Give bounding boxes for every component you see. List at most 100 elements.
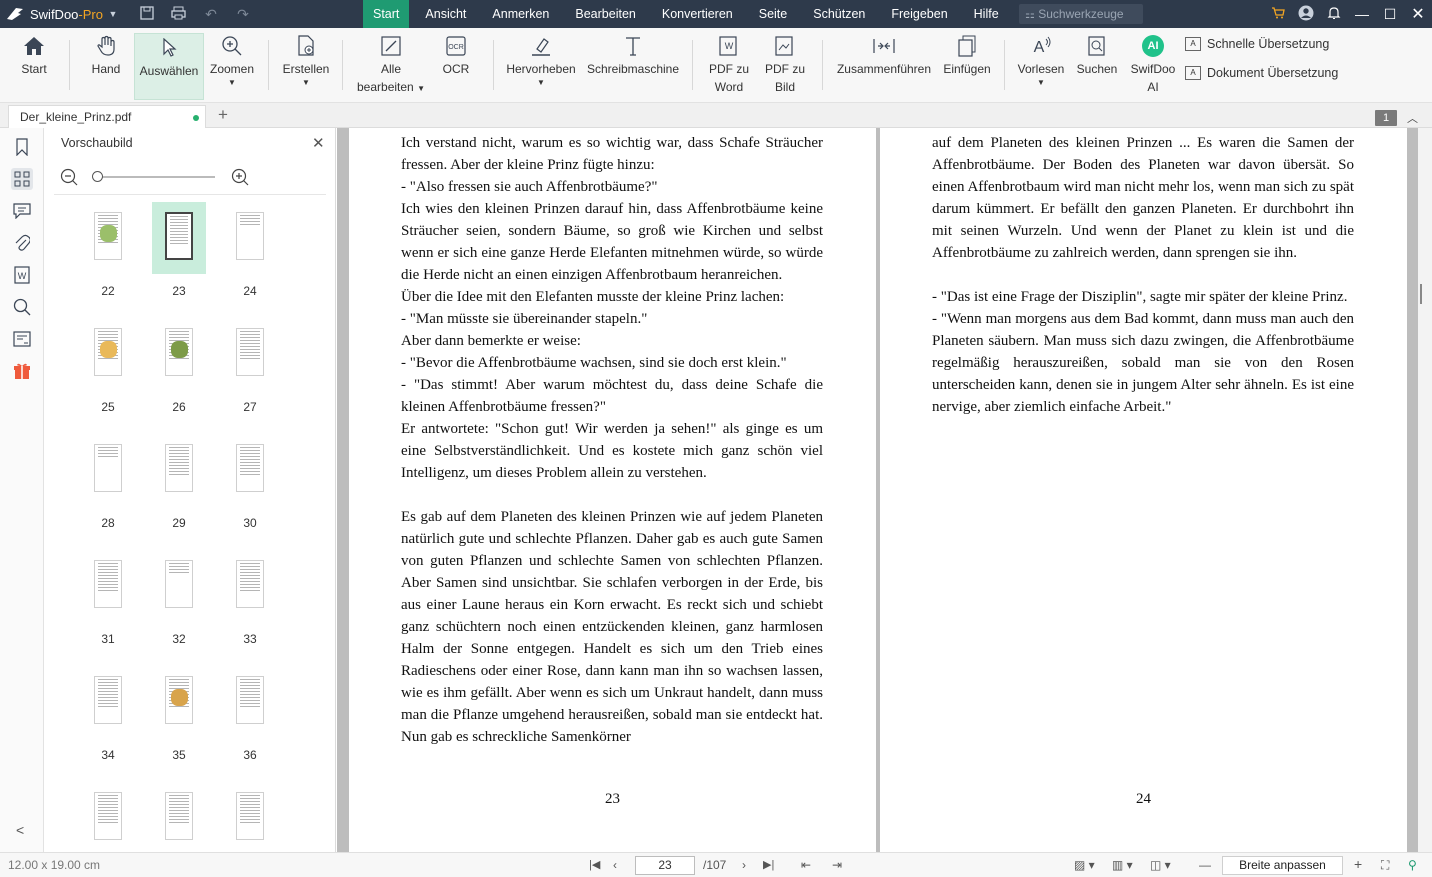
ocr-icon: OCR bbox=[438, 32, 474, 60]
thumbnail-text-line bbox=[98, 685, 118, 686]
previous-page-icon[interactable]: ‹ bbox=[613, 858, 617, 872]
page-thumbnail[interactable] bbox=[152, 434, 206, 506]
user-avatar-icon[interactable] bbox=[1292, 5, 1320, 24]
page-thumbnail[interactable] bbox=[223, 434, 277, 506]
page-thumbnail[interactable] bbox=[81, 782, 135, 854]
menu-anmerken[interactable]: Anmerken bbox=[482, 0, 559, 28]
pin-icon[interactable]: ⚲ bbox=[1408, 858, 1417, 872]
menu-hilfe[interactable]: Hilfe bbox=[964, 0, 1009, 28]
menu-start[interactable]: Start bbox=[363, 0, 410, 28]
page-thumbnail[interactable] bbox=[223, 318, 277, 390]
document-view[interactable]: Ich verstand nicht, warum es so wichtig … bbox=[337, 128, 1418, 852]
bookmark-icon[interactable] bbox=[11, 136, 33, 158]
select-tool-button[interactable]: Auswählen bbox=[134, 33, 204, 100]
page-thumbnail[interactable] bbox=[223, 782, 277, 854]
save-icon[interactable] bbox=[131, 5, 163, 23]
page-fit-icon[interactable]: ◫ ▾ bbox=[1150, 858, 1171, 872]
search-button[interactable]: Suchen bbox=[1074, 32, 1120, 78]
search-tools-input[interactable]: ⚏ Suchwerkzeuge bbox=[1019, 4, 1143, 24]
page-thumbnail[interactable] bbox=[152, 202, 206, 274]
highlight-button[interactable]: Hervorheben ▼ bbox=[505, 32, 577, 88]
zoom-in-button[interactable]: + bbox=[1354, 856, 1362, 872]
scrollbar-thumb[interactable] bbox=[1420, 284, 1422, 304]
menu-ansicht[interactable]: Ansicht bbox=[415, 0, 476, 28]
last-page-icon[interactable]: ▶| bbox=[763, 858, 774, 871]
form-fields-icon[interactable] bbox=[11, 328, 33, 350]
document-translation-button[interactable]: A Dokument Übersetzung bbox=[1185, 66, 1338, 80]
page-thumbnail[interactable] bbox=[152, 550, 206, 622]
thumbnails-grid-icon[interactable] bbox=[11, 168, 33, 190]
zoom-in-icon[interactable] bbox=[231, 168, 249, 189]
zoom-out-icon[interactable] bbox=[60, 168, 78, 189]
page-number-input[interactable]: 23 bbox=[635, 856, 695, 875]
start-button[interactable]: Start bbox=[14, 32, 54, 78]
maximize-button[interactable]: ☐ bbox=[1376, 6, 1404, 23]
read-aloud-button[interactable]: A Vorlesen ▼ bbox=[1016, 32, 1066, 88]
two-page-layout-icon[interactable]: ▥ ▾ bbox=[1112, 858, 1133, 872]
redo-icon[interactable]: ↷ bbox=[227, 6, 259, 23]
zoom-button[interactable]: Zoomen ▼ bbox=[207, 32, 257, 88]
page-display-mode-icon[interactable]: ▨ ▾ bbox=[1074, 858, 1095, 872]
chevron-up-icon[interactable]: ︿ bbox=[1407, 110, 1418, 126]
merge-button[interactable]: Zusammenführen bbox=[835, 32, 933, 78]
thumbnail-text-line bbox=[240, 706, 260, 707]
search-document-icon bbox=[1074, 32, 1120, 60]
thumbnail-text-line bbox=[169, 465, 189, 466]
quick-translation-button[interactable]: A Schnelle Übersetzung bbox=[1185, 37, 1329, 51]
print-icon[interactable] bbox=[163, 6, 195, 23]
menu-freigeben[interactable]: Freigeben bbox=[881, 0, 957, 28]
menu-konvertieren[interactable]: Konvertieren bbox=[652, 0, 743, 28]
close-icon[interactable]: ✕ bbox=[312, 134, 325, 152]
page-thumbnail[interactable] bbox=[152, 318, 206, 390]
page-thumbnail[interactable] bbox=[81, 202, 135, 274]
page-thumbnail[interactable] bbox=[223, 202, 277, 274]
back-view-icon[interactable]: ⇤ bbox=[801, 858, 811, 872]
hand-tool-button[interactable]: Hand bbox=[84, 32, 128, 78]
app-menu-dropdown-icon[interactable]: ▼ bbox=[103, 9, 123, 19]
thumbnail-text-line bbox=[240, 581, 260, 582]
forward-view-icon[interactable]: ⇥ bbox=[832, 858, 842, 872]
fullscreen-icon[interactable]: ⛶ bbox=[1381, 858, 1389, 873]
page-thumbnail[interactable] bbox=[81, 666, 135, 738]
thumbnail-text-line bbox=[169, 822, 189, 823]
page-thumbnail[interactable] bbox=[152, 666, 206, 738]
insert-button[interactable]: Einfügen bbox=[941, 32, 993, 78]
word-document-icon[interactable]: W bbox=[11, 264, 33, 286]
fit-width-button[interactable]: Breite anpassen bbox=[1222, 856, 1343, 875]
page-thumbnail[interactable] bbox=[152, 782, 206, 854]
search-icon[interactable] bbox=[11, 296, 33, 318]
pdf-to-image-button[interactable]: PDF zu Bild bbox=[763, 32, 807, 96]
zoom-slider-handle[interactable] bbox=[92, 171, 103, 182]
page-thumbnail[interactable] bbox=[81, 318, 135, 390]
next-page-icon[interactable]: › bbox=[742, 858, 746, 872]
document-tab[interactable]: Der_kleine_Prinz.pdf bbox=[8, 105, 206, 129]
first-page-icon[interactable]: |◀ bbox=[589, 858, 600, 871]
gift-icon[interactable] bbox=[11, 360, 33, 382]
pdf-to-word-button[interactable]: W PDF zu Word bbox=[706, 32, 752, 96]
menu-bearbeiten[interactable]: Bearbeiten bbox=[565, 0, 645, 28]
zoom-out-button[interactable]: — bbox=[1199, 858, 1211, 872]
vertical-scrollbar[interactable] bbox=[1418, 128, 1432, 852]
collapse-sidebar-icon[interactable]: < bbox=[16, 822, 24, 838]
thumbnail-text-line bbox=[169, 474, 189, 475]
comment-icon[interactable] bbox=[11, 200, 33, 222]
undo-icon[interactable]: ↶ bbox=[195, 6, 227, 23]
ocr-button[interactable]: OCR OCR bbox=[438, 32, 474, 78]
edit-all-button[interactable]: Alle bearbeiten ▼ bbox=[356, 32, 426, 98]
typewriter-button[interactable]: Schreibmaschine bbox=[586, 32, 680, 78]
add-tab-button[interactable]: + bbox=[218, 105, 228, 125]
minimize-button[interactable]: — bbox=[1348, 6, 1376, 22]
page-thumbnail[interactable] bbox=[81, 550, 135, 622]
cart-icon[interactable] bbox=[1264, 6, 1292, 22]
close-window-button[interactable]: ✕ bbox=[1404, 4, 1432, 24]
page-thumbnail[interactable] bbox=[81, 434, 135, 506]
notification-bell-icon[interactable] bbox=[1320, 6, 1348, 23]
page-thumbnail[interactable] bbox=[223, 666, 277, 738]
attachment-icon[interactable] bbox=[11, 232, 33, 254]
page-thumbnail[interactable] bbox=[223, 550, 277, 622]
menu-schuetzen[interactable]: Schützen bbox=[803, 0, 875, 28]
swifdoo-ai-button[interactable]: AI SwifDoo AI bbox=[1128, 32, 1178, 96]
create-button[interactable]: Erstellen ▼ bbox=[282, 32, 330, 88]
menu-seite[interactable]: Seite bbox=[749, 0, 798, 28]
zoom-slider[interactable] bbox=[97, 176, 215, 178]
